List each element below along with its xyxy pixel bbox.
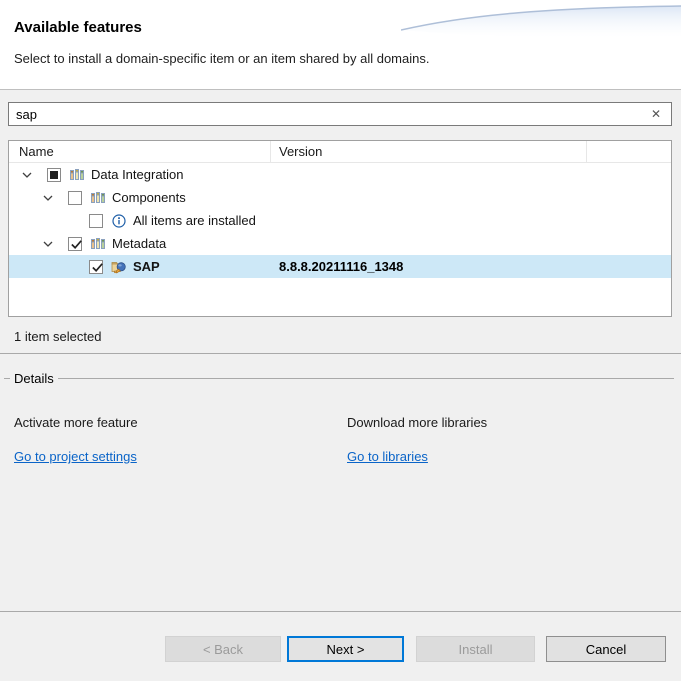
separator — [0, 611, 681, 612]
features-tree-table: Name Version Data Integration — [8, 140, 672, 317]
row-checkbox-unchecked[interactable] — [89, 214, 103, 228]
next-button[interactable]: Next > — [287, 636, 404, 662]
row-checkbox-unchecked[interactable] — [68, 191, 82, 205]
page-title: Available features — [14, 19, 142, 36]
details-group-label: Details — [14, 371, 54, 386]
install-button: Install — [416, 636, 535, 662]
info-icon — [111, 213, 127, 229]
available-features-dialog: Available features Select to install a d… — [0, 0, 681, 681]
details-group-header: Details — [4, 371, 674, 386]
clear-search-icon[interactable]: ✕ — [648, 106, 664, 122]
row-label: Metadata — [112, 236, 166, 251]
go-to-libraries-link[interactable]: Go to libraries — [347, 449, 428, 464]
activate-more-feature-label: Activate more feature — [14, 415, 138, 430]
selection-status-text: 1 item selected — [14, 329, 101, 344]
chevron-down-icon[interactable] — [42, 195, 68, 201]
table-header: Name Version — [9, 141, 671, 163]
search-box: ✕ — [8, 102, 672, 126]
tree-row-components[interactable]: Components — [9, 186, 671, 209]
tree-row-metadata[interactable]: Metadata — [9, 232, 671, 255]
sap-icon — [111, 259, 127, 275]
row-label: Data Integration — [91, 167, 184, 182]
tree-row-all-items-installed[interactable]: All items are installed — [9, 209, 671, 232]
column-divider — [586, 141, 587, 162]
row-label: SAP — [133, 259, 160, 274]
row-label: Components — [112, 190, 186, 205]
page-subtitle: Select to install a domain-specific item… — [14, 51, 429, 66]
separator — [0, 353, 681, 354]
column-header-version[interactable]: Version — [279, 144, 322, 159]
row-checkbox-mixed[interactable] — [47, 168, 61, 182]
row-checkbox-checked[interactable] — [68, 237, 82, 251]
column-header-name[interactable]: Name — [19, 144, 54, 159]
go-to-project-settings-link[interactable]: Go to project settings — [14, 449, 137, 464]
download-more-libraries-label: Download more libraries — [347, 415, 487, 430]
cancel-button[interactable]: Cancel — [546, 636, 666, 662]
banner-swoosh-graphic — [401, 0, 681, 45]
tree-row-data-integration[interactable]: Data Integration — [9, 163, 671, 186]
back-button: < Back — [165, 636, 281, 662]
chevron-down-icon[interactable] — [21, 172, 47, 178]
wizard-header: Available features Select to install a d… — [0, 0, 681, 90]
tree-row-sap[interactable]: SAP 8.8.8.20211116_1348 — [9, 255, 671, 278]
feature-bars-icon — [90, 190, 106, 206]
column-divider — [270, 141, 271, 162]
search-input[interactable] — [16, 103, 648, 125]
row-checkbox-checked[interactable] — [89, 260, 103, 274]
row-label: All items are installed — [133, 213, 256, 228]
feature-bars-icon — [69, 167, 85, 183]
row-version: 8.8.8.20211116_1348 — [279, 259, 403, 274]
chevron-down-icon[interactable] — [42, 241, 68, 247]
feature-bars-icon — [90, 236, 106, 252]
